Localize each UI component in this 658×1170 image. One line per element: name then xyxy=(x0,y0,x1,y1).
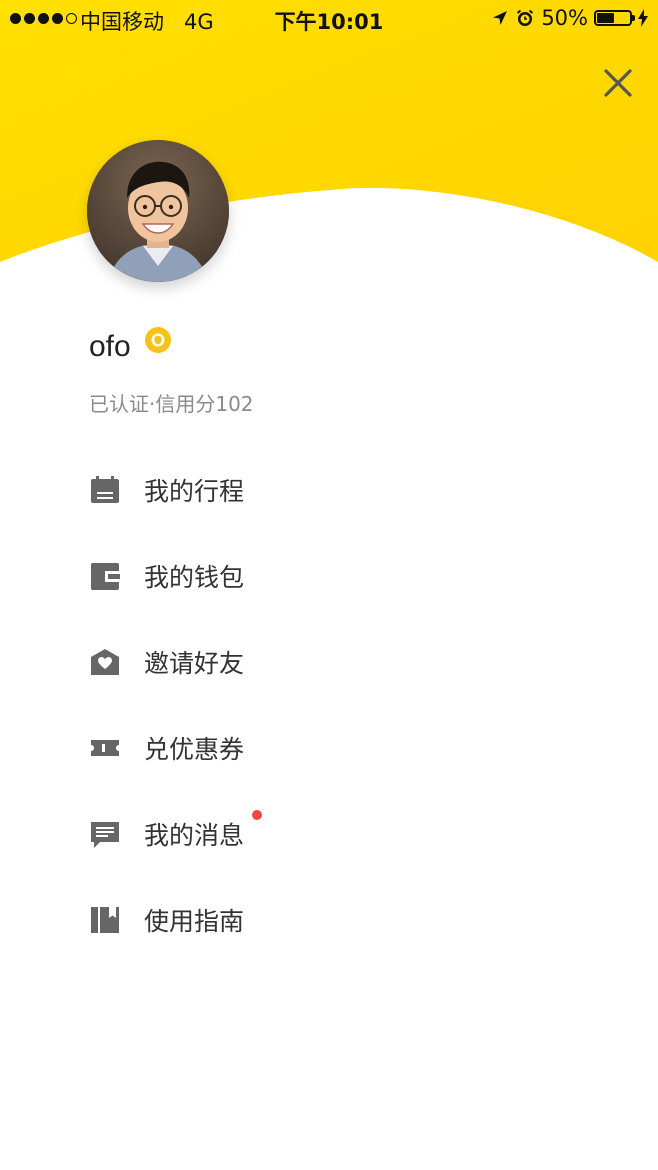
menu-item-label: 使用指南 xyxy=(144,907,245,936)
charging-bolt-icon xyxy=(638,9,648,27)
credit-status: 已认证·信用分102 xyxy=(89,392,254,416)
avatar[interactable] xyxy=(87,140,229,282)
menu-item-label: 兑优惠券 xyxy=(144,735,245,764)
guide-icon xyxy=(89,904,121,936)
wallet-icon xyxy=(89,560,121,592)
avatar-photo xyxy=(87,140,229,282)
close-icon xyxy=(604,69,632,97)
unread-dot xyxy=(252,810,263,820)
status-bar: 中国移动 4G 下午10:01 50% xyxy=(0,0,658,40)
menu-item-coupon[interactable]: 兑优惠券 xyxy=(89,708,569,788)
menu-item-label: 邀请好友 xyxy=(144,649,245,678)
menu-item-guide[interactable]: 使用指南 xyxy=(89,880,569,960)
location-arrow-icon xyxy=(493,11,508,25)
profile-name: ofo xyxy=(89,330,131,363)
message-icon xyxy=(89,818,121,850)
close-button[interactable] xyxy=(598,63,638,103)
menu-item-label: 我的行程 xyxy=(144,477,245,506)
menu-item-wallet[interactable]: 我的钱包 xyxy=(89,536,569,616)
battery-percent: 50% xyxy=(541,6,588,30)
invite-icon xyxy=(89,646,121,678)
menu-item-invite[interactable]: 邀请好友 xyxy=(89,622,569,702)
trip-icon xyxy=(89,474,121,506)
battery-icon xyxy=(594,10,635,26)
verified-badge-icon xyxy=(144,327,171,353)
menu-item-label: 我的钱包 xyxy=(144,563,245,592)
menu-item-label: 我的消息 xyxy=(144,810,263,852)
menu-drawer-screen: 中国移动 4G 下午10:01 50% ofo 已认证·信用分102 我的行程 … xyxy=(0,0,658,1170)
alarm-clock-icon xyxy=(517,9,534,26)
menu-item-label-text: 我的消息 xyxy=(144,821,245,850)
coupon-icon xyxy=(89,732,121,764)
menu-item-messages[interactable]: 我的消息 xyxy=(89,794,569,874)
menu-item-trips[interactable]: 我的行程 xyxy=(89,450,569,530)
profile-name-row: ofo xyxy=(89,327,171,364)
